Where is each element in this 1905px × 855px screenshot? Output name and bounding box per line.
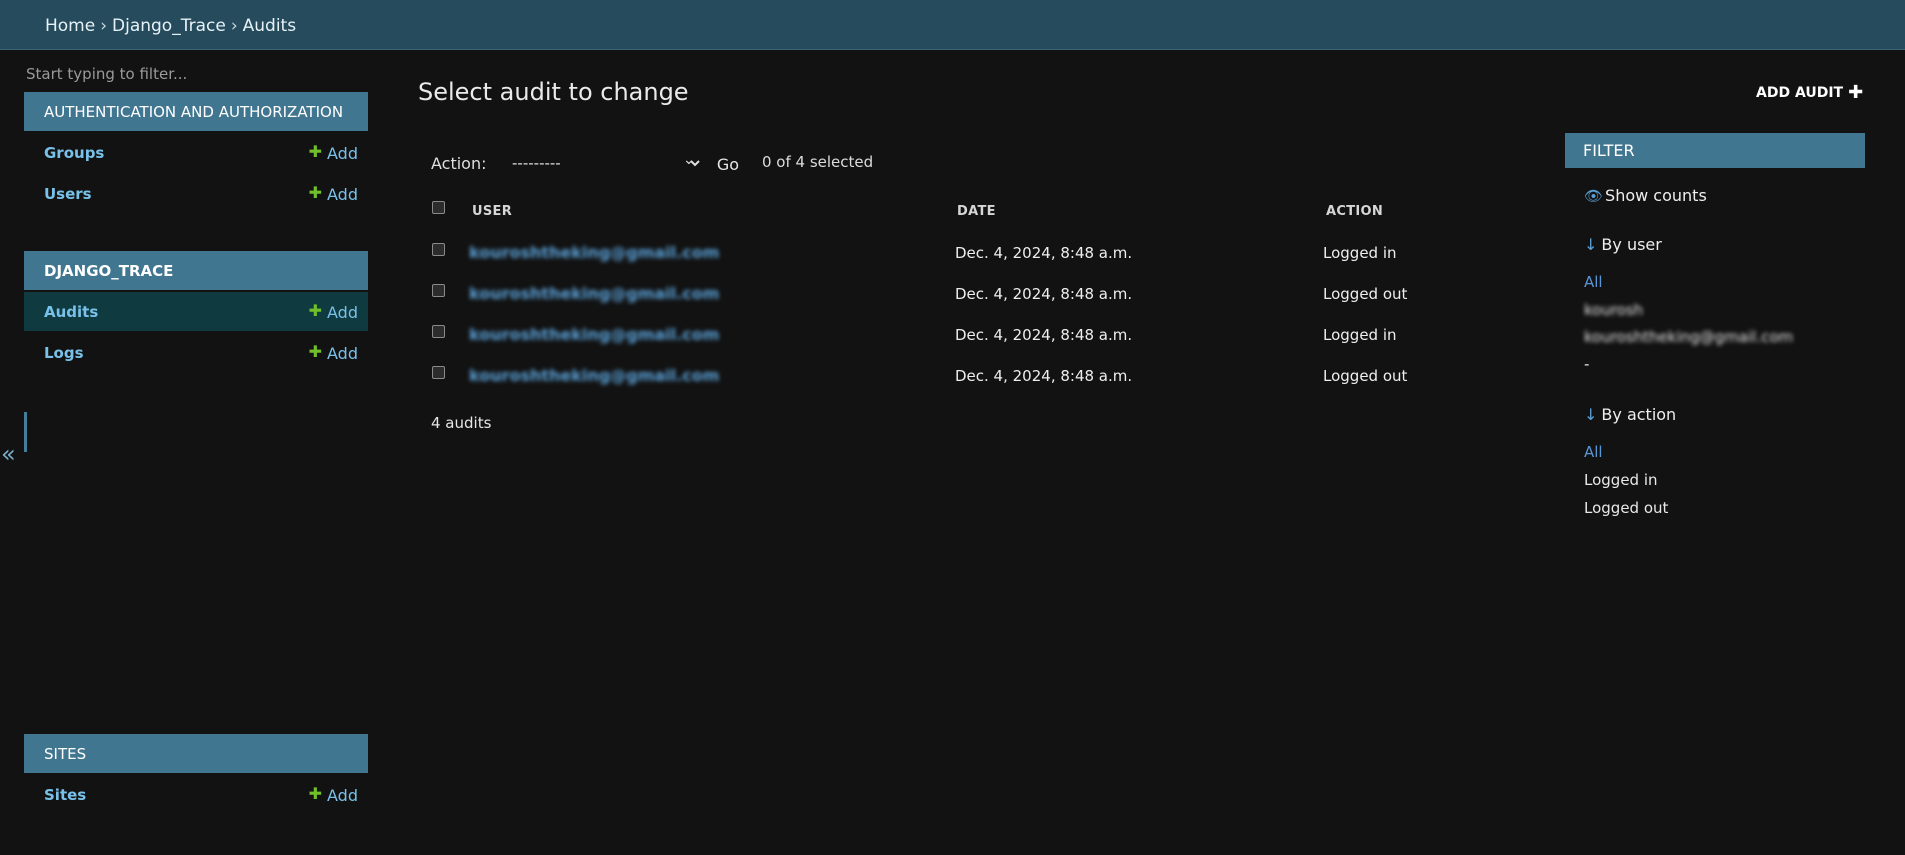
nav-filter-input[interactable] — [24, 60, 368, 88]
add-plus-icon: ✚ — [308, 784, 323, 803]
add-label: Add — [327, 344, 358, 363]
collapse-sidebar-icon[interactable]: « — [1, 440, 16, 468]
sidebar-item-users: Users ✚ Add — [24, 174, 368, 213]
logs-link[interactable]: Logs — [44, 344, 84, 362]
row-user-link[interactable]: kouroshtheking@gmail.com — [469, 366, 719, 385]
filter-by-action-heading[interactable]: ↓ By action — [1584, 405, 1676, 424]
audits-add-link[interactable]: ✚ Add — [308, 301, 358, 322]
sidebar-item-groups: Groups ✚ Add — [24, 133, 368, 172]
row-date: Dec. 4, 2024, 8:48 a.m. — [955, 367, 1133, 385]
add-audit-label: ADD AUDIT — [1756, 85, 1844, 101]
filter-group-title: By user — [1601, 235, 1662, 254]
select-all-checkbox[interactable] — [432, 201, 445, 214]
add-label: Add — [327, 185, 358, 204]
sidebar-item-audits: Audits ✚ Add — [24, 292, 368, 331]
sidebar-item-sites: Sites ✚ Add — [24, 775, 368, 814]
sidebar-divider — [24, 412, 27, 452]
action-label: Action: — [431, 154, 487, 173]
groups-add-link[interactable]: ✚ Add — [308, 142, 358, 163]
filter-action-option[interactable]: Logged in — [1584, 471, 1658, 489]
row-checkbox[interactable] — [432, 366, 445, 379]
row-date: Dec. 4, 2024, 8:48 a.m. — [955, 244, 1133, 262]
add-audit-button[interactable]: ADD AUDIT ✚ — [1756, 81, 1864, 103]
column-header-date[interactable]: DATE — [957, 204, 996, 219]
go-button[interactable]: Go — [710, 150, 746, 178]
module-header-auth[interactable]: AUTHENTICATION AND AUTHORIZATION — [24, 92, 368, 131]
add-plus-icon: ✚ — [308, 342, 323, 361]
row-action: Logged in — [1323, 244, 1397, 262]
filter-header: FILTER — [1565, 133, 1865, 168]
add-plus-icon: ✚ — [308, 301, 323, 320]
chevron-down-icon: ⌄ — [683, 152, 695, 168]
row-action: Logged out — [1323, 285, 1408, 303]
module-header-django-trace[interactable]: DJANGO_TRACE — [24, 251, 368, 290]
filter-user-option[interactable]: - — [1584, 355, 1589, 373]
row-checkbox[interactable] — [432, 325, 445, 338]
breadcrumb-separator: › — [100, 16, 108, 36]
column-header-user[interactable]: USER — [472, 204, 512, 219]
row-user-link[interactable]: kouroshtheking@gmail.com — [469, 243, 719, 262]
add-plus-icon: ✚ — [308, 183, 323, 202]
arrow-down-icon: ↓ — [1584, 405, 1598, 424]
arrow-down-icon: ↓ — [1584, 235, 1598, 254]
row-action: Logged in — [1323, 326, 1397, 344]
row-checkbox[interactable] — [432, 243, 445, 256]
breadcrumb: Home › Django_Trace › Audits — [45, 16, 296, 36]
action-select[interactable]: --------- — [503, 148, 703, 178]
users-link[interactable]: Users — [44, 185, 92, 203]
breadcrumb-app-link[interactable]: Django_Trace — [112, 16, 226, 36]
filter-action-all[interactable]: All — [1584, 443, 1603, 461]
filter-group-title: By action — [1601, 405, 1677, 424]
row-user-link[interactable]: kouroshtheking@gmail.com — [469, 284, 719, 303]
column-header-action[interactable]: ACTION — [1326, 204, 1383, 219]
row-user-link[interactable]: kouroshtheking@gmail.com — [469, 325, 719, 344]
sites-add-link[interactable]: ✚ Add — [308, 784, 358, 805]
breadcrumb-current: Audits — [242, 16, 297, 36]
row-action: Logged out — [1323, 367, 1408, 385]
module-header-sites[interactable]: SITES — [24, 734, 368, 773]
show-counts-label: Show counts — [1605, 186, 1707, 205]
plus-icon: ✚ — [1848, 82, 1864, 103]
logs-add-link[interactable]: ✚ Add — [308, 342, 358, 363]
audits-link[interactable]: Audits — [44, 303, 98, 321]
sites-link[interactable]: Sites — [44, 786, 86, 804]
show-counts-link[interactable]: 👁 Show counts — [1584, 186, 1707, 205]
row-date: Dec. 4, 2024, 8:48 a.m. — [955, 326, 1133, 344]
sidebar-item-logs: Logs ✚ Add — [24, 333, 368, 372]
filter-by-user-heading[interactable]: ↓ By user — [1584, 235, 1662, 254]
groups-link[interactable]: Groups — [44, 144, 104, 162]
filter-user-option[interactable]: kouroshtheking@gmail.com — [1584, 328, 1793, 346]
result-count: 4 audits — [431, 414, 492, 432]
eye-icon: 👁 — [1584, 187, 1604, 205]
filter-user-all[interactable]: All — [1584, 273, 1603, 291]
page-title: Select audit to change — [418, 78, 689, 106]
breadcrumb-home-link[interactable]: Home — [45, 16, 95, 36]
breadcrumb-separator: › — [230, 16, 238, 36]
row-date: Dec. 4, 2024, 8:48 a.m. — [955, 285, 1133, 303]
row-checkbox[interactable] — [432, 284, 445, 297]
filter-action-option[interactable]: Logged out — [1584, 499, 1668, 517]
users-add-link[interactable]: ✚ Add — [308, 183, 358, 204]
header-bar: Home › Django_Trace › Audits — [0, 0, 1905, 50]
add-plus-icon: ✚ — [308, 142, 323, 161]
add-label: Add — [327, 303, 358, 322]
filter-user-option[interactable]: kourosh — [1584, 301, 1643, 319]
add-label: Add — [327, 144, 358, 163]
selection-counter: 0 of 4 selected — [762, 153, 874, 171]
add-label: Add — [327, 786, 358, 805]
